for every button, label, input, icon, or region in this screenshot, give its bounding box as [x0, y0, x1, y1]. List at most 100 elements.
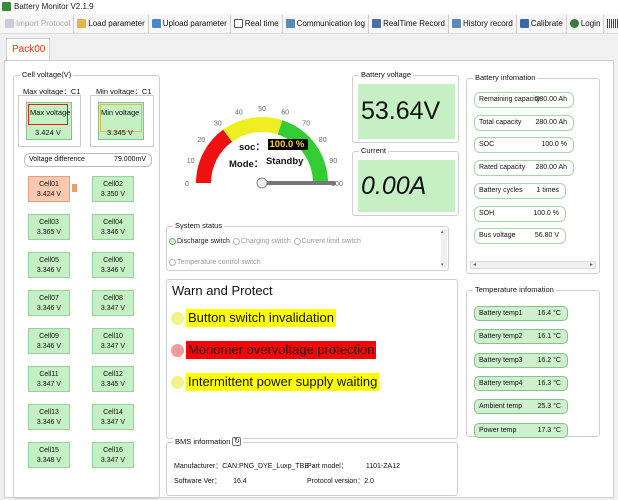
battery-info-group: Battery infomation Remaining capacity 280… [466, 73, 600, 274]
charging-switch-dot [232, 238, 240, 245]
calibrate-button[interactable]: Calibrate [517, 14, 567, 33]
system-status-scrollbar[interactable]: ▴ ▾ [441, 229, 447, 268]
battery-info-row: SOC 100.0 % [474, 137, 574, 154]
cell-cell13: Cell13 3.346 V [28, 404, 70, 430]
cell-value: 3.424 V [36, 191, 62, 198]
toolbar: Import Protocol Load parameter Upload pa… [0, 14, 618, 34]
upload-parameter-button[interactable]: Upload parameter [149, 14, 231, 33]
login-button[interactable]: Login [567, 14, 605, 33]
cell-name: Cell03 [39, 219, 59, 226]
cell-name: Cell06 [103, 257, 123, 264]
battery-info-title: Battery infomation [473, 73, 538, 82]
folder-icon [77, 19, 87, 28]
battery-info-label: Battery cycles [479, 186, 523, 194]
app-icon [2, 2, 11, 11]
battery-info-row: Rated capacity 280.00 Ah [474, 160, 574, 177]
cell-name: Cell02 [103, 181, 123, 188]
battery-info-row: Remaining capacity 280.00 Ah [474, 92, 574, 108]
realtime-record-button[interactable]: RealTime Record [369, 14, 450, 33]
cell-cell07: Cell07 3.346 V [28, 290, 70, 316]
manufacturer-row: Manufacturer：CAN:PNG_DYE_Luxp_TBB [174, 461, 309, 471]
cell-value: 3.346 V [36, 419, 62, 426]
main-panel: Cell voltage(V) Max voltage：C1 Max volta… [4, 60, 614, 499]
software-row: Software Ver： 16.4 [174, 476, 247, 486]
cell-cell11: Cell11 3.347 V [28, 366, 70, 392]
barcode-button[interactable] [604, 15, 618, 33]
refresh-icon[interactable]: ↻ [232, 437, 242, 446]
soc-value: 100.0 % [267, 139, 308, 150]
cell-value: 3.346 V [100, 229, 126, 236]
cell-name: Cell15 [39, 447, 59, 454]
scroll-down-arrow-icon[interactable]: ▾ [441, 262, 444, 268]
cell-cell08: Cell08 3.347 V [92, 290, 134, 316]
communication-log-button[interactable]: Communication log [283, 14, 370, 33]
current-limit-switch-dot [293, 238, 301, 245]
database-icon [372, 19, 382, 28]
system-status-group: System status Discharge switch Charging s… [166, 221, 449, 271]
battery-voltage-display: 53.64V [358, 84, 455, 139]
tab-pack00[interactable]: Pack00 [6, 38, 50, 60]
manufacturer-value: CAN:PNG_DYE_Luxp_TBB [222, 463, 310, 470]
protocol-value: 2.0 [364, 478, 374, 485]
current-group: Current 0.00A [352, 146, 459, 216]
temperature-title: Temperature infomation [473, 285, 556, 294]
warn-text: Intermittent power supply waiting [186, 373, 380, 391]
battery-info-label: Bus voltage [479, 232, 516, 240]
battery-info-value: 100.0 % [533, 209, 559, 217]
mode-readout: Mode： Standby [229, 156, 306, 170]
gauge-tick-label: 20 [197, 137, 205, 144]
discharge-switch-indicator: Discharge switch [169, 238, 230, 245]
min-voltage-box: Min voltage 3.345 V [98, 102, 144, 140]
software-label: Software Ver： [174, 478, 222, 485]
mode-label: Mode： [229, 159, 264, 170]
current-limit-switch-indicator: Current limit switch [293, 238, 361, 245]
temperature-label: Ambient temp [479, 403, 523, 411]
scroll-left-arrow-icon[interactable]: ◂ [473, 261, 476, 268]
cell-cell04: Cell04 3.346 V [92, 214, 134, 240]
cell01-indicator [72, 184, 77, 192]
load-parameter-button[interactable]: Load parameter [74, 14, 149, 33]
system-status-title: System status [173, 221, 225, 230]
gauge-tick-label: 30 [214, 120, 222, 127]
temperature-row: Battery temp4 16.3 °C [474, 375, 568, 391]
cell-cell03: Cell03 3.365 V [28, 214, 70, 240]
temperature-control-switch-indicator: Temperature control switch [169, 259, 261, 266]
real-time-button[interactable]: Real time [231, 14, 283, 33]
barcode-icon [607, 19, 618, 28]
bms-info-title: BMS information ↻ [173, 437, 244, 446]
cell-voltage-title: Cell voltage(V) [20, 70, 74, 79]
title-bar: Battery Monitor V2.1.9 [0, 0, 618, 14]
cell-value: 3.350 V [100, 191, 126, 198]
charging-switch-indicator: Charging switch [232, 238, 291, 245]
voltage-difference-label: Voltage difference [29, 156, 85, 163]
warn-protect-title: Warn and Protect [172, 283, 273, 298]
battery-info-value: 280.00 Ah [535, 118, 567, 126]
cell-name: Cell08 [103, 295, 123, 302]
battery-info-value: 280.00 Ah [535, 164, 567, 172]
warn-indicator-icon [171, 311, 184, 325]
scroll-up-arrow-icon[interactable]: ▴ [441, 229, 444, 235]
temperature-label: Battery temp2 [479, 333, 523, 341]
current-title: Current [359, 146, 389, 155]
gauge-tick-label: 10 [187, 158, 195, 165]
cell-name: Cell09 [39, 333, 59, 340]
gauge-tick-label: 70 [302, 120, 310, 127]
min-voltage-inner-label: Min voltage [101, 108, 140, 117]
scroll-right-arrow-icon[interactable]: ▸ [590, 261, 593, 268]
cell-name: Cell16 [103, 447, 123, 454]
cell-name: Cell04 [103, 219, 123, 226]
temperature-row: Battery temp2 16.1 °C [474, 329, 568, 345]
battery-voltage-title: Battery voltage [359, 70, 414, 79]
history-record-button[interactable]: History record [449, 14, 517, 33]
battery-info-scrollbar[interactable]: ◂ ▸ [470, 261, 596, 269]
manufacturer-label: Manufacturer： [174, 463, 223, 470]
max-voltage-inner-label: Max voltage [30, 108, 71, 117]
current-display: 0.00A [358, 160, 455, 212]
battery-info-row: Bus voltage 56.80 V [474, 228, 566, 245]
mode-value: Standby [265, 156, 304, 167]
import-protocol-button[interactable]: Import Protocol [2, 14, 75, 33]
warn-text: Monomer overvoltage protection [186, 341, 377, 359]
cell-value: 3.346 V [36, 343, 62, 350]
temperature-label: Battery temp1 [479, 310, 523, 317]
history-icon [452, 19, 462, 28]
